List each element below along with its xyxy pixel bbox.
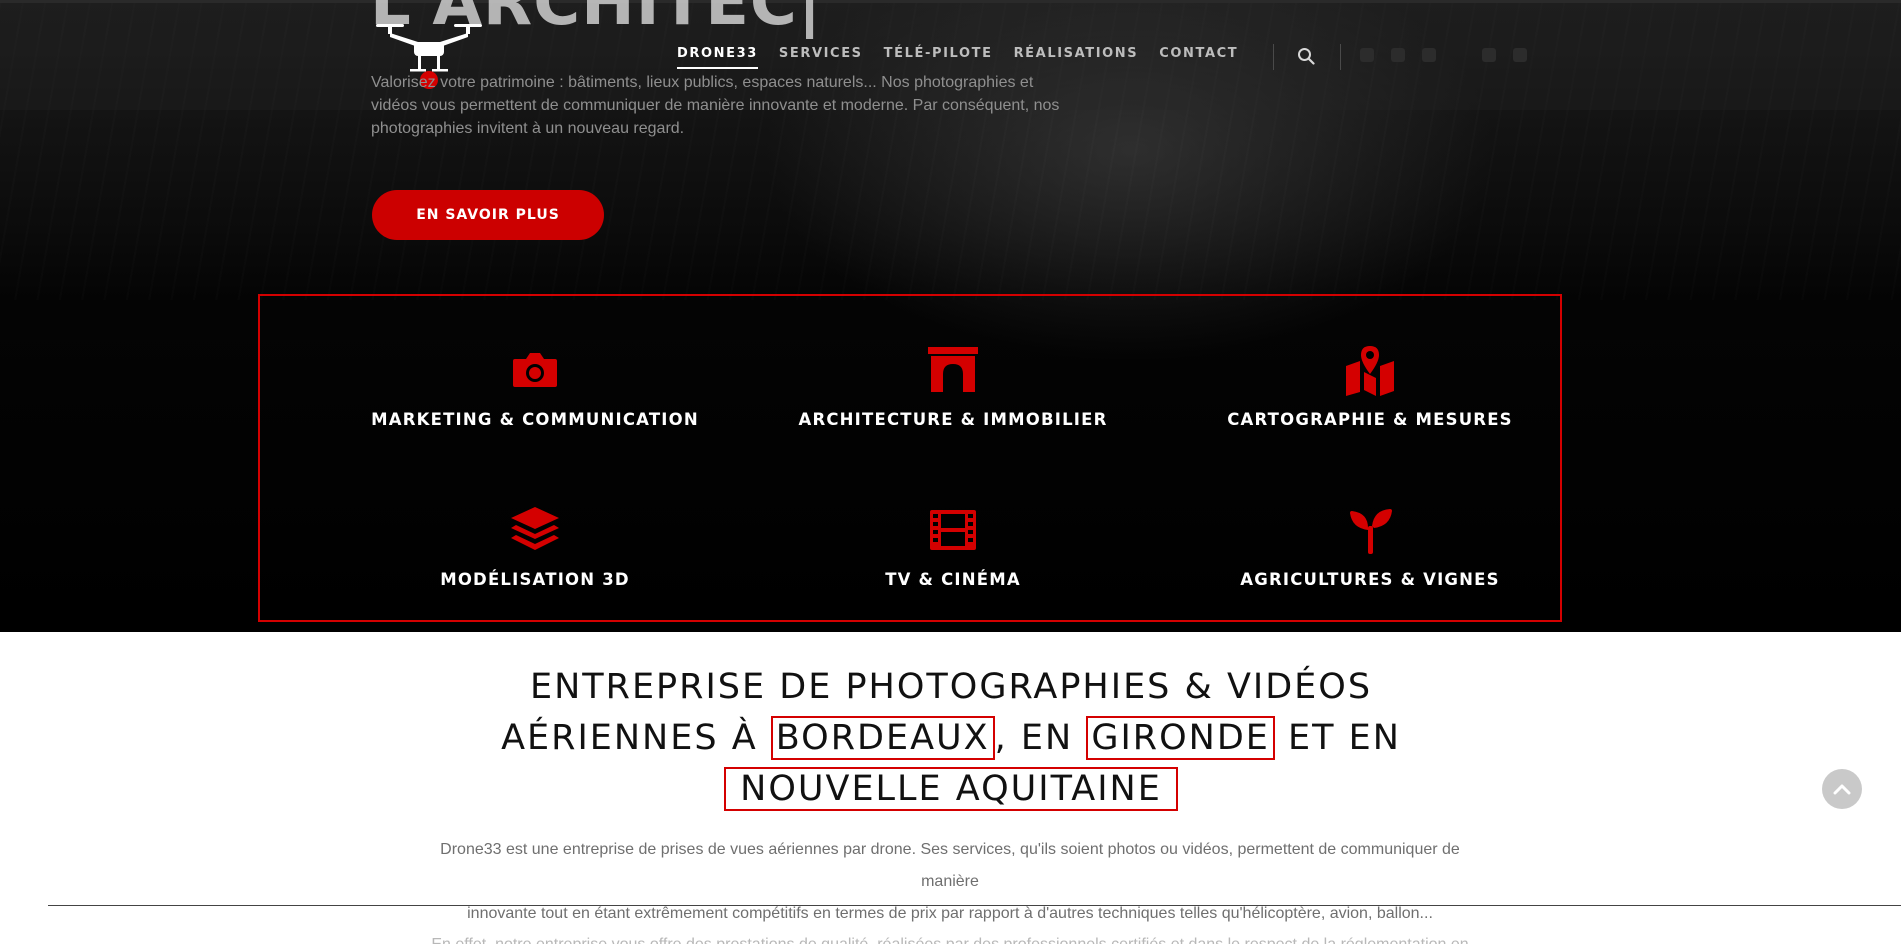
main-headline: ENTREPRISE DE PHOTOGRAPHIES & VIDÉOS AÉR… (451, 662, 1451, 815)
film-icon (930, 510, 976, 550)
service-modelisation[interactable]: MODÉLISATION 3D (325, 504, 745, 589)
intro-description: Drone33 est une entreprise de prises de … (430, 834, 1470, 944)
layers-icon (511, 507, 559, 550)
service-label: AGRICULTURES & VIGNES (1240, 570, 1500, 589)
map-pin-icon (1346, 346, 1394, 396)
scroll-to-top-button[interactable] (1822, 769, 1862, 809)
camera-icon (513, 353, 557, 387)
service-architecture[interactable]: ARCHITECTURE & IMMOBILIER (743, 344, 1163, 429)
nav-item-realisations[interactable]: RÉALISATIONS (1014, 46, 1139, 69)
service-label: ARCHITECTURE & IMMOBILIER (798, 410, 1108, 429)
hero-text: Valorisez votre patrimoine : bâtiments, … (371, 74, 1060, 137)
nav-item-tele-pilote[interactable]: TÉLÉ-PILOTE (884, 46, 993, 69)
service-tv-cinema[interactable]: TV & CINÉMA (743, 504, 1163, 589)
service-label: CARTOGRAPHIE & MESURES (1227, 410, 1513, 429)
description-line: Drone33 est une entreprise de prises de … (440, 841, 1460, 890)
highlight-nouvelle-aquitaine: NOUVELLE AQUITAINE (724, 767, 1178, 811)
highlight-gironde: GIRONDE (1086, 716, 1275, 760)
facebook-icon[interactable] (1391, 48, 1405, 62)
twitter-icon[interactable] (1422, 48, 1436, 62)
service-label: MODÉLISATION 3D (440, 570, 630, 589)
highlight-bordeaux: BORDEAUX (770, 716, 995, 760)
linkedin-icon[interactable] (1482, 48, 1496, 62)
hero-section: L'ARCHITEC| Valorisez votre patrimoine :… (0, 0, 1901, 632)
service-marketing[interactable]: MARKETING & COMMUNICATION (325, 344, 745, 429)
description-line: innovante tout en étant extrêmement comp… (467, 905, 1433, 922)
services-grid: MARKETING & COMMUNICATION ARCHITECTURE &… (258, 294, 1562, 622)
service-label: TV & CINÉMA (885, 570, 1021, 589)
main-nav: DRONE33 SERVICES TÉLÉ-PILOTE RÉALISATION… (677, 46, 1238, 69)
bottom-divider (48, 905, 1901, 906)
top-border (0, 0, 1901, 3)
headline-text: , EN (994, 718, 1087, 758)
nav-item-services[interactable]: SERVICES (779, 46, 863, 69)
instagram-icon[interactable] (1513, 48, 1527, 62)
headline-text: ET EN (1274, 718, 1401, 758)
nav-item-drone33[interactable]: DRONE33 (677, 46, 758, 69)
en-savoir-plus-button[interactable]: EN SAVOIR PLUS (372, 190, 604, 240)
youtube-icon[interactable] (1360, 48, 1374, 62)
seedling-icon (1350, 509, 1392, 554)
search-icon[interactable] (1297, 47, 1315, 65)
description-line: En effet, notre entreprise vous offre de… (430, 930, 1470, 944)
social-links-secondary (1482, 48, 1527, 62)
service-agricultures[interactable]: AGRICULTURES & VIGNES (1160, 504, 1580, 589)
service-cartographie[interactable]: CARTOGRAPHIE & MESURES (1160, 344, 1580, 429)
social-links (1360, 48, 1436, 62)
chevron-up-icon (1833, 784, 1851, 795)
nav-item-contact[interactable]: CONTACT (1159, 46, 1238, 69)
nav-divider (1273, 44, 1274, 70)
arch-icon (928, 347, 978, 392)
nav-divider (1340, 44, 1341, 70)
service-label: MARKETING & COMMUNICATION (371, 410, 699, 429)
